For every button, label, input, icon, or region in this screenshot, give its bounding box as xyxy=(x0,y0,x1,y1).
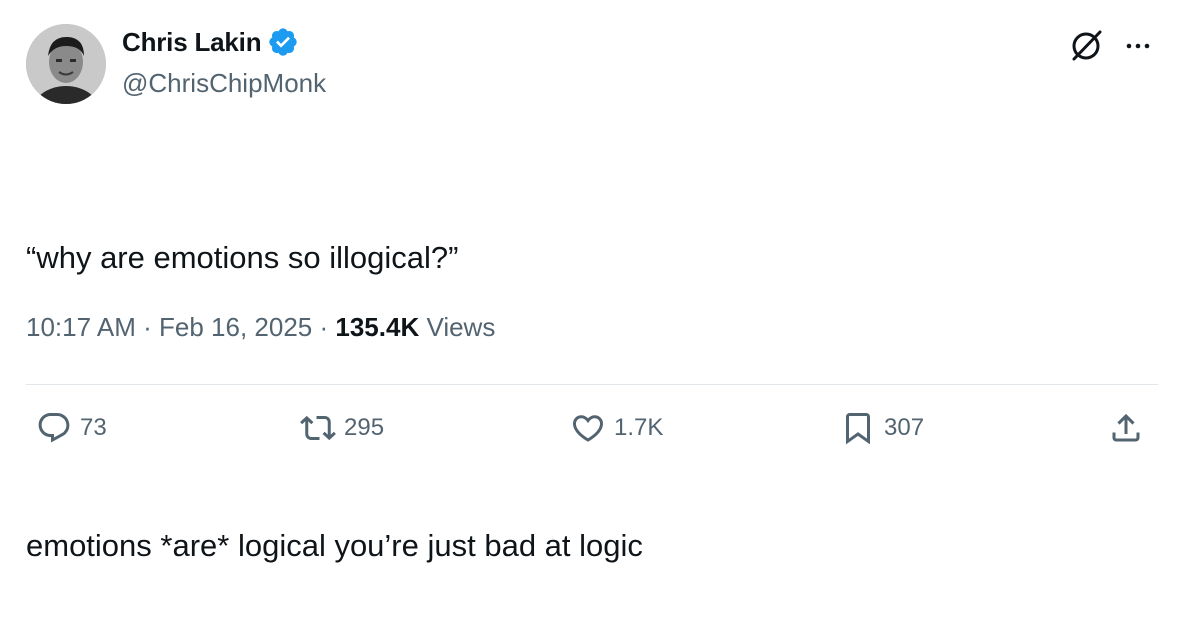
tweet-date[interactable]: Feb 16, 2025 xyxy=(159,312,312,342)
author-handle[interactable]: @ChrisChipMonk xyxy=(122,68,326,99)
like-icon xyxy=(572,415,604,442)
like-count: 1.7K xyxy=(614,414,664,441)
reply-count: 73 xyxy=(80,414,107,441)
like-button[interactable]: 1.7K xyxy=(570,410,663,446)
grok-icon[interactable] xyxy=(1066,26,1106,66)
avatar[interactable] xyxy=(26,24,106,104)
share-button[interactable] xyxy=(1108,410,1144,446)
author-name-row: Chris Lakin xyxy=(122,26,299,58)
tweet-top-actions xyxy=(1066,26,1154,66)
reply-button[interactable]: 73 xyxy=(36,410,107,446)
action-bar: 73 295 1.7K 307 xyxy=(0,410,1180,460)
bookmark-icon xyxy=(846,413,870,445)
divider xyxy=(26,384,1158,385)
meta-separator: · xyxy=(143,312,152,342)
views-count: 135.4K xyxy=(335,312,420,342)
reply-icon xyxy=(38,413,70,443)
retweet-count: 295 xyxy=(344,414,385,441)
verified-badge-icon[interactable] xyxy=(267,26,299,58)
more-icon[interactable] xyxy=(1122,30,1154,62)
tweet-line-1: “why are emotions so illogical?” xyxy=(26,240,459,275)
bookmark-count: 307 xyxy=(884,414,925,441)
author-name[interactable]: Chris Lakin xyxy=(122,27,262,58)
retweet-button[interactable]: 295 xyxy=(300,410,384,446)
bookmark-button[interactable]: 307 xyxy=(840,410,924,446)
retweet-icon xyxy=(300,415,336,441)
tweet-time[interactable]: 10:17 AM xyxy=(26,312,136,342)
tweet-text: “why are emotions so illogical?” emotion… xyxy=(26,138,643,618)
tweet-meta: 10:17 AM · Feb 16, 2025 · 135.4K Views xyxy=(26,312,495,343)
avatar-image xyxy=(26,24,106,104)
meta-separator: · xyxy=(319,312,329,342)
tweet-line-2: emotions *are* logical you’re just bad a… xyxy=(26,528,643,563)
share-icon xyxy=(1112,413,1140,442)
views-label: Views xyxy=(426,312,496,342)
